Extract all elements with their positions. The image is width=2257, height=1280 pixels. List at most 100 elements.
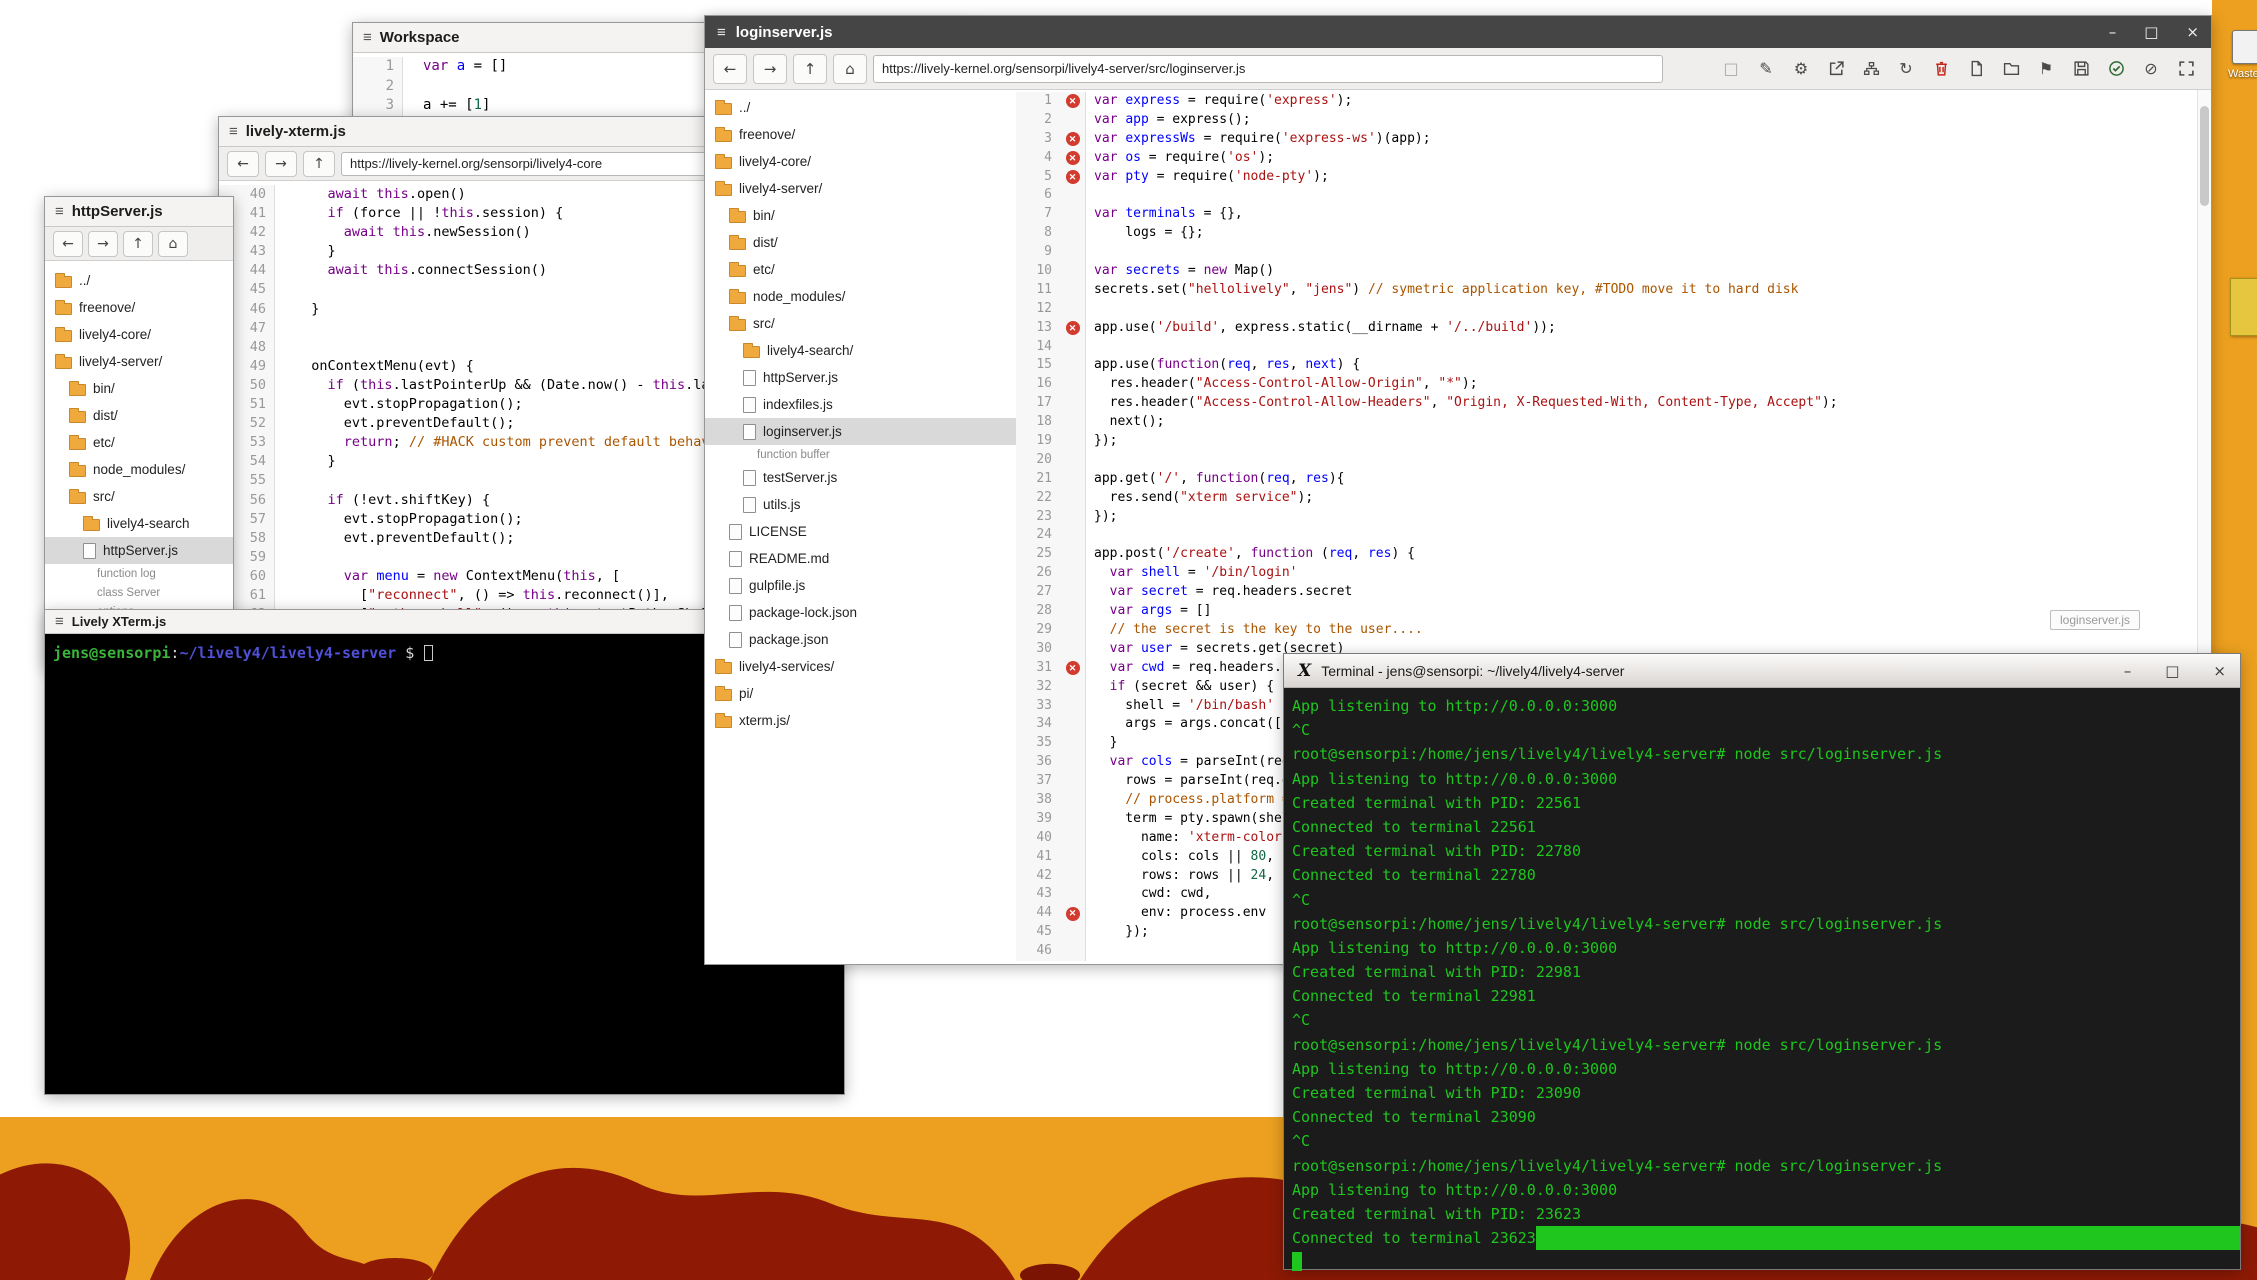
code-line-16[interactable]: 16 res.header("Access-Control-Allow-Orig… (1016, 375, 2197, 394)
tree-item-pi[interactable]: pi/ (705, 680, 1016, 707)
code-line-28[interactable]: 28 var args = [] (1016, 602, 2197, 621)
tree-item-etc[interactable]: etc/ (45, 429, 233, 456)
sitemap-icon[interactable] (1860, 58, 1882, 80)
tree-item-license[interactable]: LICENSE (705, 518, 1016, 545)
menu-icon[interactable]: ≡ (55, 203, 64, 220)
loginserver-titlebar[interactable]: ≡ loginserver.js – □ × (705, 16, 2211, 48)
close-button[interactable]: × (2186, 23, 2199, 41)
tree-item-[interactable]: ../ (705, 94, 1016, 121)
code-line-29[interactable]: 29 // the secret is the key to the user.… (1016, 621, 2197, 640)
code-line-20[interactable]: 20 (1016, 451, 2197, 470)
tree-item-xterm-js[interactable]: xterm.js/ (705, 707, 1016, 734)
open-folder-icon[interactable] (2000, 58, 2022, 80)
code-line-5[interactable]: 5✕var pty = require('node-pty'); (1016, 168, 2197, 187)
tree-item-etc[interactable]: etc/ (705, 256, 1016, 283)
tree-item-httpserver-js[interactable]: httpServer.js (705, 364, 1016, 391)
accept-icon[interactable] (2105, 58, 2127, 80)
tree-item-testserver-js[interactable]: testServer.js (705, 464, 1016, 491)
tree-item-lively4-server[interactable]: lively4-server/ (45, 348, 233, 375)
forward-button[interactable]: → (265, 151, 297, 177)
tree-item-lively4-search[interactable]: lively4-search/ (705, 337, 1016, 364)
tree-item-dist[interactable]: dist/ (45, 402, 233, 429)
flag-icon[interactable]: ⚑ (2035, 58, 2057, 80)
tree-item-bin[interactable]: bin/ (705, 202, 1016, 229)
code-line-19[interactable]: 19}); (1016, 432, 2197, 451)
menu-icon[interactable]: ≡ (229, 123, 238, 140)
code-line-14[interactable]: 14 (1016, 338, 2197, 357)
code-line-12[interactable]: 12 (1016, 300, 2197, 319)
code-line-10[interactable]: 10var secrets = new Map() (1016, 262, 2197, 281)
scrollbar-thumb[interactable] (2200, 106, 2209, 206)
url-input[interactable] (873, 55, 1663, 83)
home-button[interactable]: ⌂ (833, 54, 867, 84)
code-line-8[interactable]: 8 logs = {}; (1016, 224, 2197, 243)
maximize-button[interactable]: □ (2165, 662, 2179, 680)
code-line-4[interactable]: 4✕var os = require('os'); (1016, 149, 2197, 168)
tree-item-utils-js[interactable]: utils.js (705, 491, 1016, 518)
tree-item-httpserver-js[interactable]: httpServer.js (45, 537, 233, 564)
code-line-17[interactable]: 17 res.header("Access-Control-Allow-Head… (1016, 394, 2197, 413)
code-line-15[interactable]: 15app.use(function(req, res, next) { (1016, 356, 2197, 375)
terminal-screen[interactable]: App listening to http://0.0.0.0:3000^Cro… (1284, 688, 2240, 1269)
tree-item-[interactable]: ../ (45, 267, 233, 294)
new-file-icon[interactable] (1965, 58, 1987, 80)
back-button[interactable]: ← (53, 231, 83, 257)
tree-item-lively4-core[interactable]: lively4-core/ (45, 321, 233, 348)
save-icon[interactable] (2070, 58, 2092, 80)
tree-item-lively4-server[interactable]: lively4-server/ (705, 175, 1016, 202)
sticky-note-icon[interactable] (2230, 278, 2257, 336)
tree-subitem-class-server[interactable]: class Server (45, 583, 233, 602)
cancel-icon[interactable]: ⊘ (2140, 58, 2162, 80)
tree-item-package-json[interactable]: package.json (705, 626, 1016, 653)
up-button[interactable]: ↑ (303, 151, 335, 177)
tree-item-indexfiles-js[interactable]: indexfiles.js (705, 391, 1016, 418)
back-button[interactable]: ← (713, 54, 747, 84)
menu-icon[interactable]: ≡ (55, 613, 64, 630)
tree-subitem-function-log[interactable]: function log (45, 564, 233, 583)
code-line-11[interactable]: 11secrets.set("hellolively", "jens") // … (1016, 281, 2197, 300)
back-button[interactable]: ← (227, 151, 259, 177)
menu-icon[interactable]: ≡ (717, 24, 726, 41)
minimize-button[interactable]: – (2109, 23, 2117, 41)
tree-item-gulpfile-js[interactable]: gulpfile.js (705, 572, 1016, 599)
edit-icon[interactable]: ✎ (1755, 58, 1777, 80)
tree-item-lively4-core[interactable]: lively4-core/ (705, 148, 1016, 175)
tree-item-dist[interactable]: dist/ (705, 229, 1016, 256)
desktop-icon-wastebasket[interactable]: Wastebasket (2228, 30, 2257, 80)
tree-item-bin[interactable]: bin/ (45, 375, 233, 402)
tree-item-lively4-services[interactable]: lively4-services/ (705, 653, 1016, 680)
minimize-button[interactable]: – (2124, 662, 2132, 680)
menu-icon[interactable]: ≡ (363, 29, 372, 46)
refresh-icon[interactable]: ↻ (1895, 58, 1917, 80)
httpserver-titlebar[interactable]: ≡ httpServer.js (45, 197, 233, 227)
home-button[interactable]: ⌂ (158, 231, 188, 257)
tree-item-readme-md[interactable]: README.md (705, 545, 1016, 572)
tree-item-node-modules[interactable]: node_modules/ (45, 456, 233, 483)
tree-item-node-modules[interactable]: node_modules/ (705, 283, 1016, 310)
code-line-6[interactable]: 6 (1016, 186, 2197, 205)
up-button[interactable]: ↑ (793, 54, 827, 84)
delete-icon[interactable] (1930, 58, 1952, 80)
tree-item-lively4-search[interactable]: lively4-search (45, 510, 233, 537)
code-line-27[interactable]: 27 var secret = req.headers.secret (1016, 583, 2197, 602)
code-line-13[interactable]: 13✕app.use('/build', express.static(__di… (1016, 319, 2197, 338)
tree-item-src[interactable]: src/ (705, 310, 1016, 337)
terminal-titlebar[interactable]: X Terminal - jens@sensorpi: ~/lively4/li… (1284, 654, 2240, 688)
code-line-3[interactable]: 3✕var expressWs = require('express-ws')(… (1016, 130, 2197, 149)
forward-button[interactable]: → (88, 231, 118, 257)
code-line-2[interactable]: 2var app = express(); (1016, 111, 2197, 130)
code-line-26[interactable]: 26 var shell = '/bin/login' (1016, 564, 2197, 583)
code-line-23[interactable]: 23}); (1016, 508, 2197, 527)
tree-item-freenove[interactable]: freenove/ (45, 294, 233, 321)
settings-icon[interactable]: ⚙ (1790, 58, 1812, 80)
tree-item-freenove[interactable]: freenove/ (705, 121, 1016, 148)
fullscreen-icon[interactable] (2175, 58, 2197, 80)
code-line-21[interactable]: 21app.get('/', function(req, res){ (1016, 470, 2197, 489)
code-line-22[interactable]: 22 res.send("xterm service"); (1016, 489, 2197, 508)
up-button[interactable]: ↑ (123, 231, 153, 257)
tree-item-package-lock-json[interactable]: package-lock.json (705, 599, 1016, 626)
tree-subitem-function-buffer[interactable]: function buffer (705, 445, 1016, 464)
tree-item-src[interactable]: src/ (45, 483, 233, 510)
maximize-button[interactable]: □ (2144, 23, 2158, 41)
forward-button[interactable]: → (753, 54, 787, 84)
